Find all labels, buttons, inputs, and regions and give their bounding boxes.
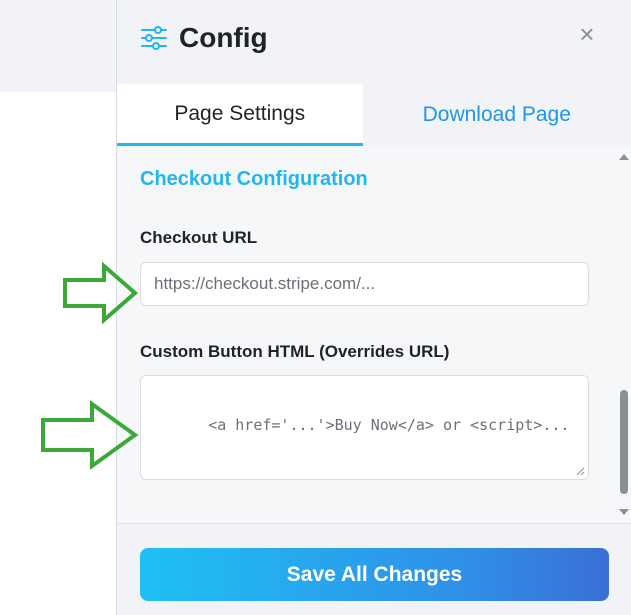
checkout-url-placeholder: https://checkout.stripe.com/...: [154, 274, 376, 293]
close-icon[interactable]: ×: [577, 21, 597, 47]
settings-content: Checkout Configuration Checkout URL http…: [117, 146, 631, 523]
panel-title: Config: [179, 22, 268, 53]
title-group: Config: [139, 22, 268, 54]
checkout-url-input[interactable]: https://checkout.stripe.com/...: [140, 262, 589, 306]
save-all-changes-button[interactable]: Save All Changes: [140, 548, 609, 601]
scroll-up-icon[interactable]: [619, 154, 629, 160]
checkout-url-label: Checkout URL: [140, 228, 258, 247]
custom-button-textarea[interactable]: <a href='...'>Buy Now</a> or <script>...: [140, 375, 589, 480]
sliders-icon: [141, 26, 167, 50]
scroll-down-icon[interactable]: [619, 509, 629, 515]
config-panel: Config × Page Settings Download Page Che…: [116, 0, 631, 615]
tab-bar: Page Settings Download Page: [117, 84, 631, 146]
annotation-arrow-icon: [63, 262, 139, 324]
background-area: [0, 0, 118, 92]
annotation-arrow-icon: [41, 400, 139, 470]
tab-download-page[interactable]: Download Page: [363, 84, 631, 146]
section-title: Checkout Configuration: [140, 168, 368, 190]
panel-header: Config ×: [117, 0, 631, 85]
panel-footer: Save All Changes: [117, 523, 631, 615]
scrollbar[interactable]: [617, 146, 631, 523]
resize-grip-icon[interactable]: [575, 466, 585, 476]
tab-page-settings[interactable]: Page Settings: [117, 84, 363, 146]
custom-button-placeholder: <a href='...'>Buy Now</a> or <script>...: [208, 416, 570, 434]
scroll-thumb[interactable]: [620, 390, 628, 494]
custom-button-label: Custom Button HTML (Overrides URL): [140, 342, 450, 361]
